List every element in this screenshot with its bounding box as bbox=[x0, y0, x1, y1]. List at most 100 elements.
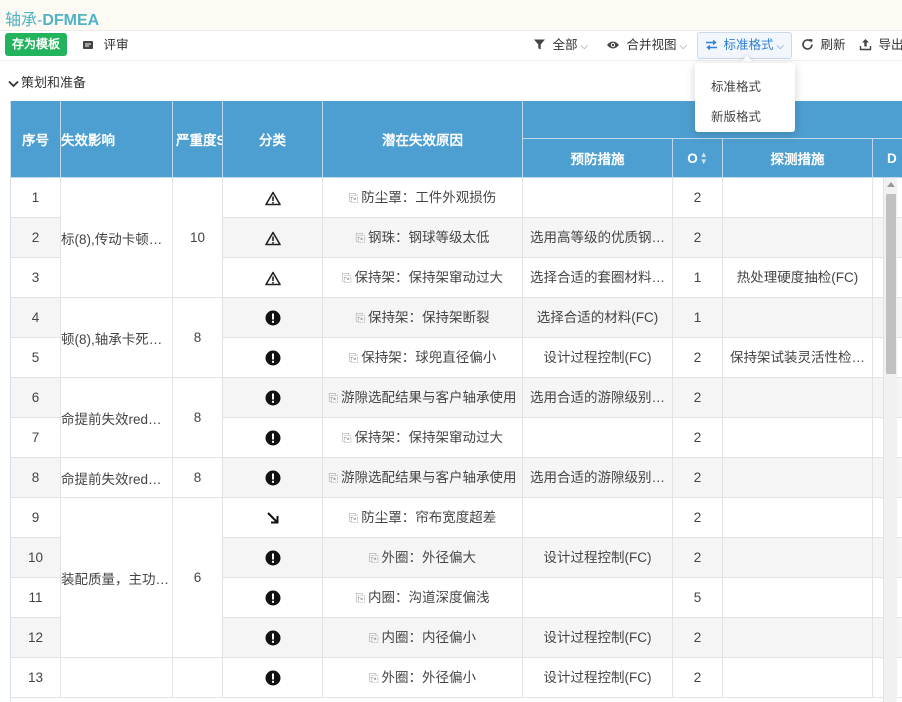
merge-view-dropdown[interactable]: 合并视图 ⌵ bbox=[606, 31, 687, 59]
category-cell bbox=[223, 498, 323, 538]
prevention-cell: 选择合适的材料(FC) bbox=[523, 298, 673, 338]
occurrence-cell: 2 bbox=[673, 458, 723, 498]
prevention-cell: 设计过程控制(FC) bbox=[523, 658, 673, 698]
detection-cell bbox=[723, 538, 873, 578]
cause-cell[interactable]: ⎘ 保持架：球兜直径偏小 bbox=[323, 338, 523, 378]
cause-text: 保持架：保持架窜动过大 bbox=[354, 430, 504, 445]
paperclip-icon[interactable]: ⎘ bbox=[355, 311, 365, 325]
page-title: 轴承-DFMEA bbox=[5, 12, 100, 29]
paperclip-icon[interactable]: ⎘ bbox=[369, 631, 379, 645]
warning-icon bbox=[264, 231, 281, 245]
exclamation-icon bbox=[265, 670, 280, 686]
seq-cell: 12 bbox=[11, 618, 61, 658]
detection-cell bbox=[723, 458, 873, 498]
export-label: 导出 bbox=[878, 38, 902, 52]
severity-cell: 10 bbox=[173, 178, 223, 298]
cause-cell[interactable]: ⎘ 保持架：保持架窜动过大 bbox=[323, 418, 523, 458]
comment-icon bbox=[83, 41, 93, 49]
cause-cell[interactable]: ⎘ 保持架：保持架窜动过大 bbox=[323, 258, 523, 298]
paperclip-icon[interactable]: ⎘ bbox=[328, 391, 338, 405]
occurrence-cell: 2 bbox=[673, 338, 723, 378]
header-d: D bbox=[873, 139, 902, 178]
header-detection: 探测措施 bbox=[723, 139, 873, 178]
effect-cell: 命提前失效red… bbox=[61, 378, 173, 458]
cause-cell[interactable]: ⎘ 防尘罩：工件外观损伤 bbox=[323, 178, 523, 218]
exclamation-icon bbox=[265, 310, 280, 326]
detection-cell bbox=[723, 218, 873, 258]
chevron-down-icon bbox=[8, 80, 19, 88]
cause-text: 钢珠：钢球等级太低 bbox=[368, 230, 490, 245]
cause-cell[interactable]: ⎘ 内圈：内径偏小 bbox=[323, 618, 523, 658]
seq-cell: 10 bbox=[11, 538, 61, 578]
occurrence-cell: 2 bbox=[673, 658, 723, 698]
paperclip-icon[interactable]: ⎘ bbox=[349, 351, 359, 365]
upload-icon bbox=[859, 39, 872, 51]
chevron-down-icon: ⌵ bbox=[580, 41, 589, 52]
prevention-cell: 选用合适的游隙级别… bbox=[523, 458, 673, 498]
cause-cell[interactable]: ⎘ 保持架：保持架断裂 bbox=[323, 298, 523, 338]
format-dropdown[interactable]: 标准格式 ⌵ bbox=[697, 32, 792, 59]
header-occurrence[interactable]: O ▲ ▼ bbox=[673, 139, 723, 178]
section-toggle[interactable]: 策划和准备 bbox=[8, 72, 86, 91]
cause-cell[interactable]: ⎘ 外圈：外径偏小 bbox=[323, 658, 523, 698]
cause-cell[interactable]: ⎘ 防尘罩：帘布宽度超差 bbox=[323, 498, 523, 538]
paperclip-icon[interactable]: ⎘ bbox=[349, 511, 359, 525]
paperclip-icon[interactable]: ⎘ bbox=[355, 231, 365, 245]
paperclip-icon[interactable]: ⎘ bbox=[328, 471, 338, 485]
review-button[interactable]: 评审 bbox=[82, 31, 129, 59]
occurrence-cell: 2 bbox=[673, 498, 723, 538]
cause-text: 保持架：保持架断裂 bbox=[368, 310, 490, 325]
chevron-down-icon: ⌵ bbox=[776, 41, 785, 52]
exclamation-icon bbox=[265, 550, 280, 566]
format-option-new[interactable]: 新版格式 bbox=[711, 106, 761, 125]
detection-cell bbox=[723, 378, 873, 418]
paperclip-icon[interactable]: ⎘ bbox=[342, 271, 352, 285]
category-cell bbox=[223, 618, 323, 658]
header-category: 分类 bbox=[223, 101, 323, 178]
seq-cell: 8 bbox=[11, 458, 61, 498]
occurrence-cell: 1 bbox=[673, 258, 723, 298]
sort-icon[interactable]: ▲ ▼ bbox=[700, 151, 708, 166]
paperclip-icon[interactable]: ⎘ bbox=[342, 431, 352, 445]
header-severity: 严重度S bbox=[173, 101, 223, 178]
category-cell bbox=[223, 298, 323, 338]
category-cell bbox=[223, 218, 323, 258]
paperclip-icon[interactable]: ⎘ bbox=[355, 591, 365, 605]
category-cell bbox=[223, 418, 323, 458]
cause-text: 内圈：内径偏小 bbox=[381, 630, 477, 645]
cause-cell[interactable]: ⎘ 内圈：沟道深度偏浅 bbox=[323, 578, 523, 618]
toolbar: 存为模板 评审 全部 ⌵ 合并视图 ⌵ 标准格式 ⌵ 刷新 导出 bbox=[0, 31, 902, 61]
paperclip-icon[interactable]: ⎘ bbox=[369, 551, 379, 565]
scroll-up-icon[interactable] bbox=[887, 182, 895, 187]
prevention-cell: 选用合适的游隙级别… bbox=[523, 378, 673, 418]
save-template-button[interactable]: 存为模板 bbox=[5, 33, 68, 56]
exclamation-icon bbox=[265, 350, 280, 366]
arrow-down-right-icon bbox=[266, 512, 278, 524]
prevention-cell: 设计过程控制(FC) bbox=[523, 538, 673, 578]
refresh-button[interactable]: 刷新 bbox=[801, 31, 846, 59]
filter-dropdown[interactable]: 全部 ⌵ bbox=[533, 31, 588, 59]
export-button[interactable]: 导出 bbox=[859, 31, 902, 59]
scroll-thumb[interactable] bbox=[886, 194, 896, 374]
format-option-standard[interactable]: 标准格式 bbox=[711, 76, 761, 95]
effect-cell: 标(8),传动卡顿… bbox=[61, 178, 173, 298]
cause-cell[interactable]: ⎘ 外圈：外径偏大 bbox=[323, 538, 523, 578]
detection-cell bbox=[723, 578, 873, 618]
cause-text: 游隙选配结果与客户轴承使用 bbox=[341, 390, 517, 405]
paperclip-icon[interactable]: ⎘ bbox=[369, 671, 379, 685]
prevention-cell bbox=[523, 418, 673, 458]
cause-cell[interactable]: ⎘ 钢珠：钢球等级太低 bbox=[323, 218, 523, 258]
occurrence-cell: 2 bbox=[673, 178, 723, 218]
refresh-label: 刷新 bbox=[820, 38, 846, 52]
cause-cell[interactable]: ⎘ 游隙选配结果与客户轴承使用 bbox=[323, 378, 523, 418]
paperclip-icon[interactable]: ⎘ bbox=[349, 191, 359, 205]
category-cell bbox=[223, 458, 323, 498]
seq-cell: 1 bbox=[11, 178, 61, 218]
vertical-scrollbar[interactable] bbox=[883, 178, 897, 702]
detection-cell bbox=[723, 178, 873, 218]
category-cell bbox=[223, 658, 323, 698]
cause-text: 防尘罩：帘布宽度超差 bbox=[361, 510, 497, 525]
cause-cell[interactable]: ⎘ 游隙选配结果与客户轴承使用 bbox=[323, 458, 523, 498]
prevention-cell: 选择合适的套圈材料… bbox=[523, 258, 673, 298]
exclamation-icon bbox=[265, 630, 280, 646]
